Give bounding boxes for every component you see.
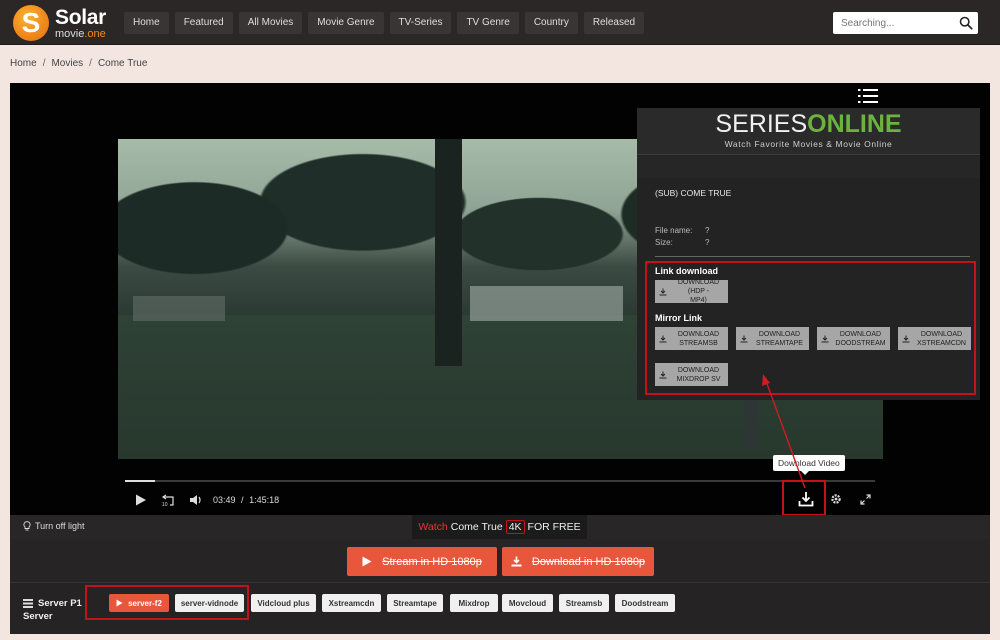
server-row: Server P1 Server server-f2 server-vidnod… xyxy=(10,582,990,634)
video-player[interactable]: SERIESONLINE Watch Favorite Movies & Mov… xyxy=(10,83,990,516)
video-scene-tree-trunk xyxy=(435,139,463,367)
download-icon xyxy=(659,288,667,295)
menu-icon[interactable] xyxy=(858,88,878,104)
download-icon xyxy=(659,371,667,378)
search-box xyxy=(833,12,978,34)
download-icon xyxy=(659,335,667,342)
info-bar: Turn off light Watch Come True 4K FOR FR… xyxy=(10,515,990,539)
download-tooltip: Download Video xyxy=(773,455,845,475)
download-doodstream-button[interactable]: DOWNLOAD DOODSTREAM xyxy=(817,327,890,350)
download-mixdrop-button[interactable]: DOWNLOAD MIXDROP SV xyxy=(655,363,728,386)
svg-text:10: 10 xyxy=(162,502,168,507)
link-download-heading: Link download xyxy=(655,266,718,276)
movie-title: Come True xyxy=(450,521,503,533)
file-name-value: ? xyxy=(705,226,710,235)
play-icon xyxy=(362,556,372,567)
download-title: (SUB) COME TRUE xyxy=(655,188,732,198)
settings-icon[interactable] xyxy=(830,493,842,505)
list-icon xyxy=(23,599,33,608)
nav-country[interactable]: Country xyxy=(524,12,578,34)
lightbulb-icon xyxy=(23,521,31,531)
server-button-mixdrop[interactable]: Mixdrop xyxy=(450,594,498,612)
site-header: S Solar movie.one Home Featured All Movi… xyxy=(0,0,1000,45)
search-input[interactable] xyxy=(833,17,959,29)
server-label: Server P1 Server xyxy=(23,598,82,622)
rewind-10-icon[interactable]: 10 xyxy=(161,494,175,507)
volume-icon[interactable] xyxy=(189,494,203,506)
fullscreen-icon[interactable] xyxy=(860,493,871,505)
download-links-highlight: Link download DOWNLOAD (HDP - MP4) Mirror… xyxy=(645,261,976,395)
watch-banner: Watch Come True 4K FOR FREE xyxy=(412,515,587,539)
quality-badge: 4K xyxy=(505,520,525,534)
nav-featured[interactable]: Featured xyxy=(174,12,233,34)
download-icon xyxy=(902,335,910,342)
server-button-streamsb[interactable]: Streamsb xyxy=(559,594,609,612)
breadcrumb-home[interactable]: Home xyxy=(10,58,37,69)
server-button-vidcloud-plus[interactable]: Vidcloud plus xyxy=(251,594,316,612)
site-logo[interactable]: S Solar movie.one xyxy=(13,5,123,41)
download-xstreamcdn-button[interactable]: DOWNLOAD XSTREAMCDN xyxy=(898,327,971,350)
current-time: 03:49 xyxy=(213,495,236,505)
breadcrumb-separator: / xyxy=(89,58,92,69)
logo-subtitle: movie.one xyxy=(55,27,106,40)
action-row: Stream in HD 1080p Download in HD 1080p xyxy=(10,539,990,582)
mirror-link-heading: Mirror Link xyxy=(655,313,703,323)
player-controls: 10 03:49 / 1:45:18 xyxy=(125,491,875,509)
breadcrumb-separator: / xyxy=(42,58,46,69)
breadcrumb-movies[interactable]: Movies xyxy=(51,58,83,69)
breadcrumb-current: Come True xyxy=(97,58,148,69)
progress-bar[interactable] xyxy=(125,480,875,482)
file-meta: File name:? Size:? xyxy=(655,226,710,247)
stream-hd-button[interactable]: Stream in HD 1080p xyxy=(347,547,497,576)
nav-home[interactable]: Home xyxy=(124,12,169,34)
logo-title: Solar xyxy=(55,5,107,29)
seriesonline-tagline: Watch Favorite Movies & Movie Online xyxy=(724,139,893,149)
download-hd-button[interactable]: Download in HD 1080p xyxy=(502,547,654,576)
server-button-vidnode[interactable]: server-vidnode xyxy=(175,594,244,612)
logo-icon: S xyxy=(13,5,49,41)
download-hdp-mp4-button[interactable]: DOWNLOAD (HDP - MP4) xyxy=(655,279,728,304)
server-button-f2[interactable]: server-f2 xyxy=(109,594,169,612)
play-icon xyxy=(116,599,123,607)
nav-movie-genre[interactable]: Movie Genre xyxy=(308,12,384,34)
download-icon xyxy=(740,335,748,342)
server-button-movcloud[interactable]: Movcloud xyxy=(502,594,553,612)
download-icon xyxy=(821,335,829,342)
server-button-xstreamcdn[interactable]: Xstreamcdn xyxy=(322,594,381,612)
nav-tv-genre[interactable]: TV Genre xyxy=(457,12,519,34)
search-icon[interactable] xyxy=(959,16,973,30)
play-icon[interactable] xyxy=(135,494,147,506)
download-icon xyxy=(511,556,522,567)
turn-off-light-button[interactable]: Turn off light xyxy=(23,521,85,531)
download-streamtape-button[interactable]: DOWNLOAD STREAMTAPE xyxy=(736,327,809,350)
download-streamsb-button[interactable]: DOWNLOAD STREAMSB xyxy=(655,327,728,350)
nav-tv-series[interactable]: TV-Series xyxy=(389,12,452,34)
server-button-streamtape[interactable]: Streamtape xyxy=(387,594,443,612)
download-panel: SERIESONLINE Watch Favorite Movies & Mov… xyxy=(637,108,980,400)
nav-all-movies[interactable]: All Movies xyxy=(238,12,303,34)
download-button-highlight xyxy=(782,480,826,516)
progress-fill xyxy=(125,480,155,482)
main-nav: Home Featured All Movies Movie Genre TV-… xyxy=(124,12,645,34)
seriesonline-logo: SERIESONLINE Watch Favorite Movies & Mov… xyxy=(637,108,980,155)
nav-released[interactable]: Released xyxy=(583,12,645,34)
file-size-value: ? xyxy=(705,238,710,247)
breadcrumb: Home / Movies / Come True xyxy=(10,58,147,69)
server-button-doodstream[interactable]: Doodstream xyxy=(615,594,675,612)
divider xyxy=(655,256,970,257)
duration: 1:45:18 xyxy=(249,495,280,505)
